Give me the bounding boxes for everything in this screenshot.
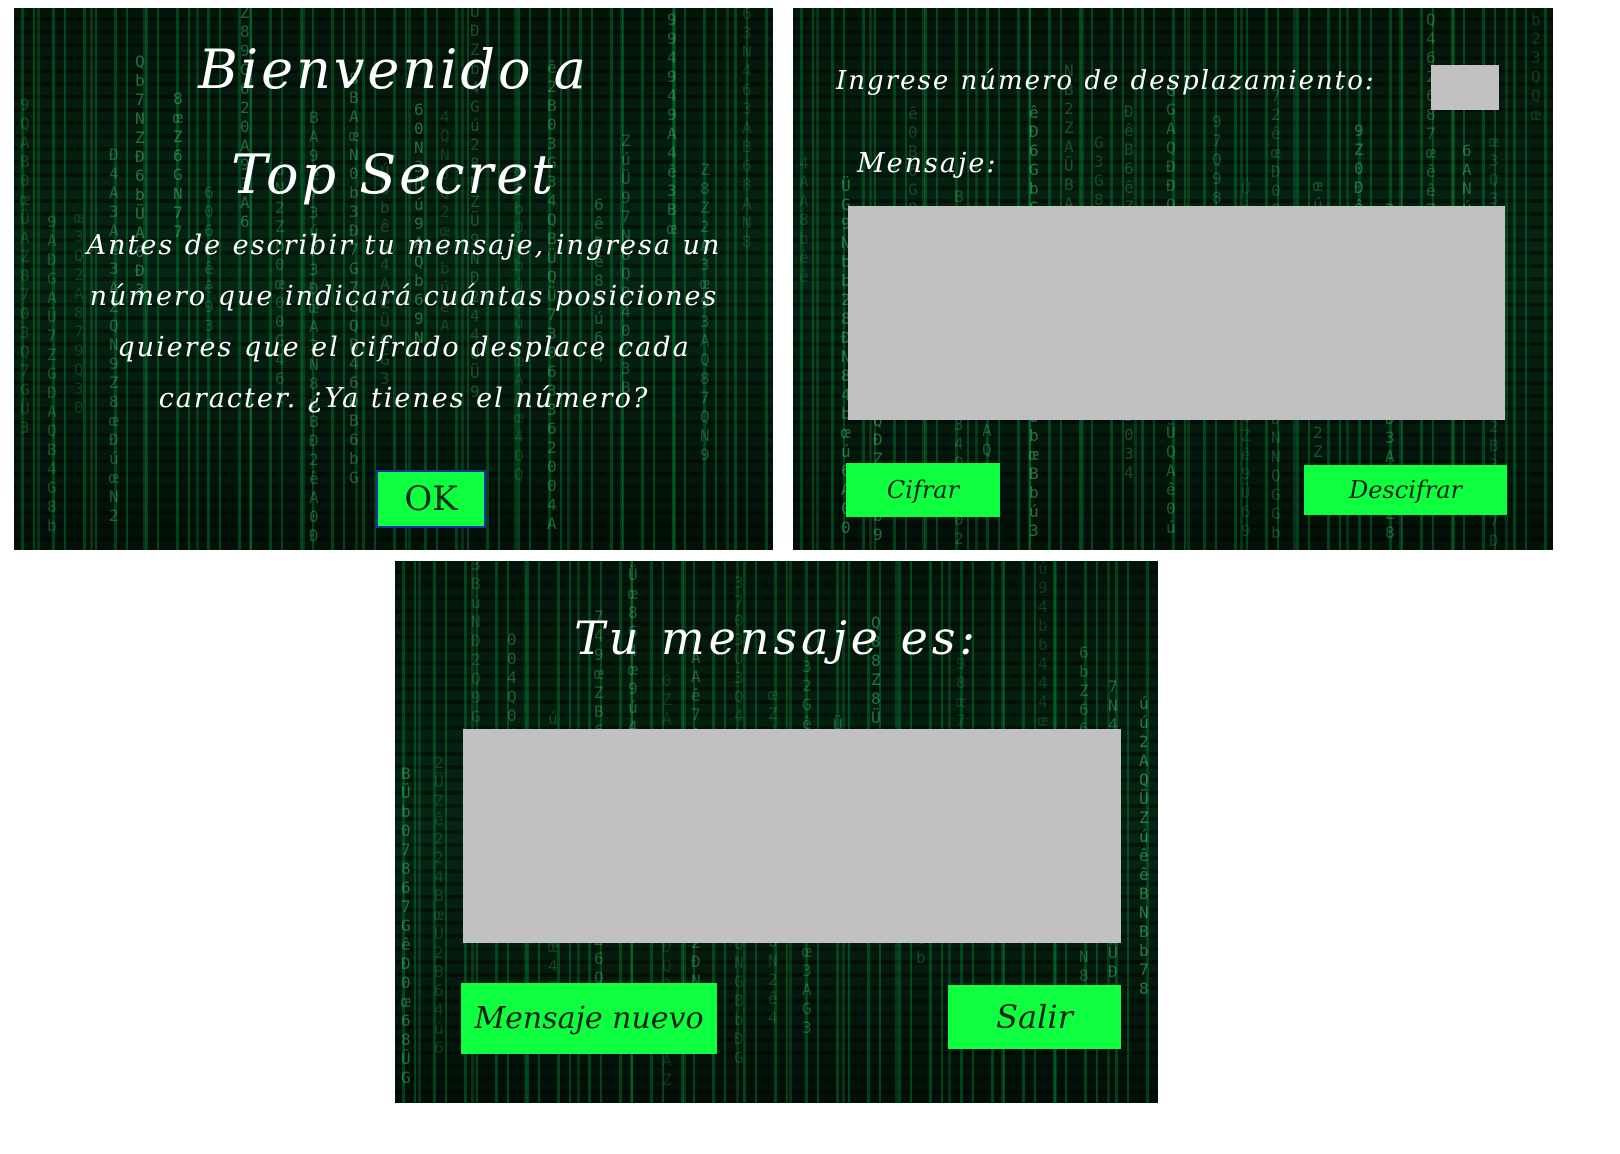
welcome-instructions: Antes de escribir tu mensaje, ingresa un… <box>86 230 722 414</box>
welcome-title-line1: Bienvenido a <box>198 38 589 101</box>
shift-number-input[interactable] <box>1431 65 1499 110</box>
result-title: Tu mensaje es: <box>574 611 979 665</box>
matrix-glyph-column: 9 Q 4 6 2 6 8 7 œ ê ê Z <box>1426 8 1436 219</box>
matrix-glyph-column: 4 A A 8 b ê ê <box>799 153 809 286</box>
ok-button[interactable]: OK <box>376 470 486 528</box>
message-label: Mensaje: <box>857 148 998 179</box>
matrix-glyph-column: B Ü b 0 7 8 6 7 G ê Ð 0 œ 6 8 Ü G <box>401 764 411 1087</box>
result-screen: B Ü b 0 7 8 6 7 G ê Ð 0 œ 6 8 Ü G 2 Ü Z … <box>395 561 1158 1103</box>
new-message-button[interactable]: Mensaje nuevo <box>461 983 717 1054</box>
exit-button[interactable]: Salir <box>948 985 1121 1049</box>
matrix-glyph-column: 2 Ü Z ê 2 2 4 B œ Ü 2 B 6 4 ú 6 <box>434 753 444 1057</box>
welcome-title-line2: Top Secret <box>231 143 556 206</box>
message-textarea[interactable] <box>848 206 1505 420</box>
matrix-glyph-column: Q b 2 3 Q Q œ <box>1531 8 1541 124</box>
matrix-glyph-column: ú ú 2 A Q Ü Z ú ê ê B N B b 7 8 <box>1139 694 1149 998</box>
welcome-screen: 9 Q A B 0 œ Ü A Z 8 7 0 3 Q 7 G Ü 3 9 A … <box>14 8 773 550</box>
encrypt-button[interactable]: Cifrar <box>846 463 1000 517</box>
input-screen: 4 A A 8 b ê ê Ü G 9 N b b 2 8 Ð N 8 4 b … <box>793 8 1553 550</box>
result-output-box <box>463 729 1121 943</box>
decrypt-button[interactable]: Descifrar <box>1304 465 1507 515</box>
matrix-glyph-column: 9 A Ð G A Ü 7 Z G Ð A Q B 4 G 8 b <box>47 212 57 535</box>
shift-number-label: Ingrese número de desplazamiento: <box>836 66 1376 96</box>
